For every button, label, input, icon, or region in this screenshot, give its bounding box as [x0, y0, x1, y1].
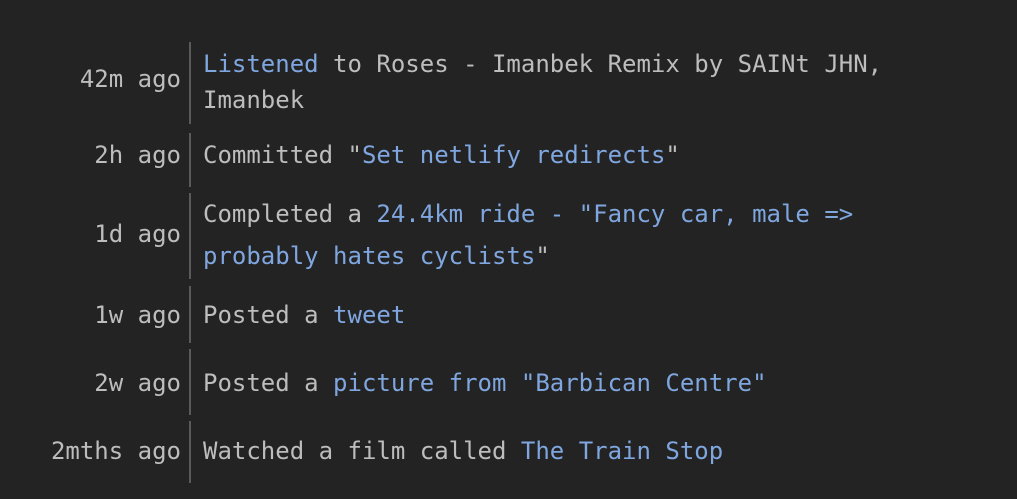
feed-item: 1d ago Completed a 24.4km ride - "Fancy …	[0, 193, 1017, 279]
feed-item-prefix: Committed "	[203, 141, 362, 169]
feed-item-text: Listened to Roses - Imanbek Remix by SAI…	[203, 46, 1003, 118]
feed-item-time: 2w ago	[94, 369, 181, 397]
feed-item-prefix: Posted a	[203, 301, 334, 329]
activity-feed: 42m ago Listened to Roses - Imanbek Remi…	[0, 0, 1017, 499]
feed-item-link[interactable]: tweet	[333, 301, 405, 329]
feed-item-prefix: Completed a	[203, 200, 377, 228]
feed-divider	[189, 286, 191, 343]
feed-divider	[189, 193, 191, 279]
feed-item-link[interactable]: Listened	[203, 50, 319, 78]
feed-divider	[189, 133, 191, 187]
feed-item-text: Posted a picture from "Barbican Centre"	[203, 365, 1003, 401]
feed-item-time: 1w ago	[94, 301, 181, 329]
feed-item-prefix: Posted a	[203, 369, 334, 397]
feed-item: 2mths ago Watched a film called The Trai…	[0, 421, 1017, 483]
feed-item-suffix: "	[665, 141, 680, 169]
feed-item-text: Completed a 24.4km ride - "Fancy car, ma…	[203, 193, 1003, 277]
feed-item: 2w ago Posted a picture from "Barbican C…	[0, 349, 1017, 415]
feed-item: 42m ago Listened to Roses - Imanbek Remi…	[0, 42, 1017, 124]
feed-item-time: 42m ago	[79, 65, 181, 93]
feed-item-text: Watched a film called The Train Stop	[203, 433, 1003, 469]
feed-item-time: 2mths ago	[50, 437, 181, 465]
feed-item-time: 2h ago	[94, 141, 181, 169]
feed-divider	[189, 421, 191, 483]
feed-divider	[189, 42, 191, 124]
feed-item-prefix: Watched a film called	[203, 437, 521, 465]
feed-item: 2h ago Committed "Set netlify redirects"	[0, 133, 1017, 187]
feed-item-text: Posted a tweet	[203, 297, 1003, 333]
feed-item-link[interactable]: The Train Stop	[521, 437, 723, 465]
feed-divider	[189, 349, 191, 415]
feed-item-link[interactable]: picture from "Barbican Centre"	[333, 369, 766, 397]
feed-item-suffix: "	[535, 242, 550, 270]
feed-item-time: 1d ago	[94, 220, 181, 248]
feed-item: 1w ago Posted a tweet	[0, 286, 1017, 343]
feed-item-link[interactable]: Set netlify redirects	[362, 141, 665, 169]
feed-item-text: Committed "Set netlify redirects"	[203, 137, 1003, 173]
